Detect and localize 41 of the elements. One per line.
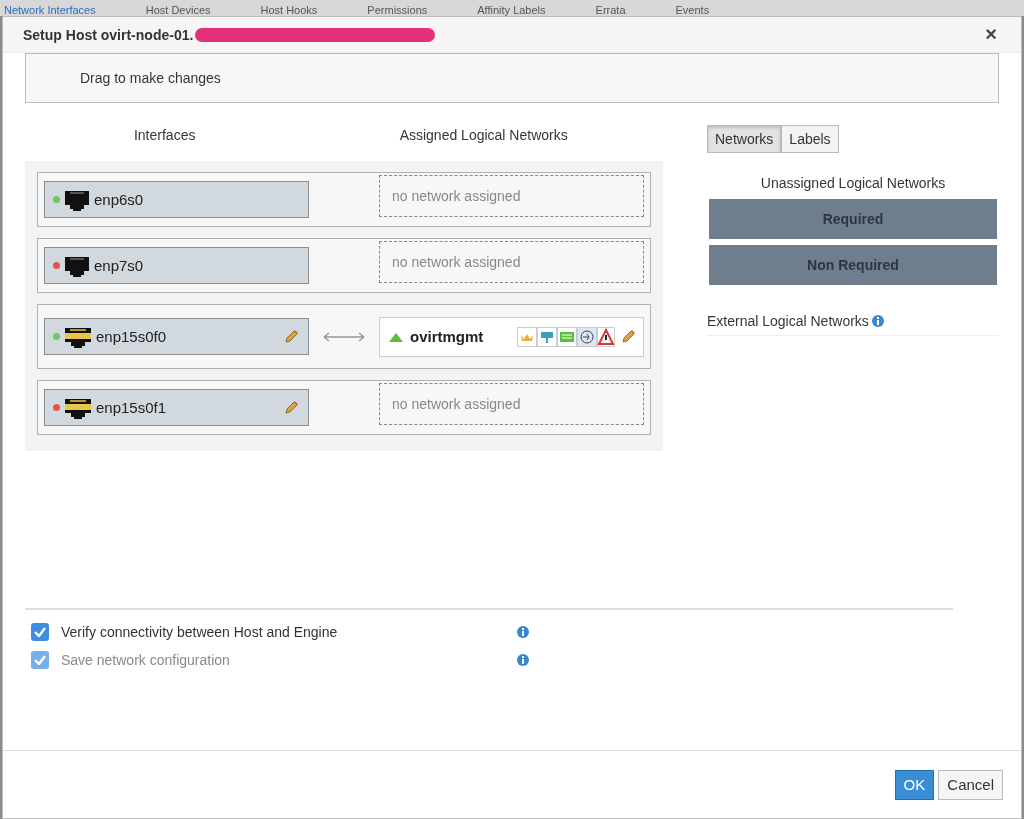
interface-name: enp15s0f1: [96, 399, 168, 416]
section-title: Unassigned Logical Networks: [759, 175, 947, 191]
interface-card[interactable]: enp15s0f1: [44, 389, 309, 426]
network-roles-icon: [517, 326, 615, 347]
page-tab[interactable]: Network Interfaces: [4, 4, 96, 16]
checkbox-label: Save network configuration: [61, 652, 231, 668]
dialog-title: Setup Host ovirt-node-01.: [23, 26, 194, 43]
page-tab[interactable]: Host Hooks: [260, 4, 318, 16]
checkbox-label: Verify connectivity between Host and Engine: [61, 624, 339, 640]
column-header: Interfaces: [132, 126, 197, 145]
page-tab[interactable]: Affinity Labels: [477, 4, 546, 16]
interface-card[interactable]: enp15s0f0: [44, 318, 309, 355]
network-group-bar: Non Required: [709, 245, 997, 285]
check-icon: [34, 655, 46, 665]
page-tab[interactable]: Host Devices: [145, 4, 211, 16]
column-header: Assigned Logical Networks: [398, 126, 569, 145]
network-group-bar: Required: [709, 199, 997, 239]
info-icon: [871, 315, 884, 327]
page-tab[interactable]: Errata: [595, 4, 626, 16]
placeholder-text: no network assigned: [392, 188, 521, 204]
interface-name: enp7s0: [94, 257, 145, 274]
interface-name: enp6s0: [94, 191, 145, 208]
section-title: External Logical Networks: [707, 313, 869, 329]
info-icon: [517, 654, 529, 666]
view-tab[interactable]: Networks: [707, 125, 782, 153]
close-button[interactable]: ×: [981, 23, 1001, 46]
cancel-button[interactable]: Cancel: [938, 769, 1003, 800]
page-tab[interactable]: Events: [675, 4, 710, 16]
interface-card[interactable]: enp7s0: [44, 247, 309, 284]
view-tab[interactable]: Labels: [781, 125, 839, 153]
network-card[interactable]: ovirtmgmt: [379, 316, 644, 357]
info-icon: [517, 626, 529, 638]
check-icon: [34, 627, 46, 637]
interface-name: enp15s0f0: [96, 328, 168, 345]
page-tab[interactable]: Permissions: [367, 4, 428, 16]
hint-text: Drag to make changes: [80, 70, 221, 86]
interface-card[interactable]: enp6s0: [44, 181, 309, 218]
placeholder-text: no network assigned: [392, 254, 521, 270]
placeholder-text: no network assigned: [392, 396, 521, 412]
checkbox[interactable]: [31, 623, 49, 641]
network-name: ovirtmgmt: [410, 328, 485, 345]
